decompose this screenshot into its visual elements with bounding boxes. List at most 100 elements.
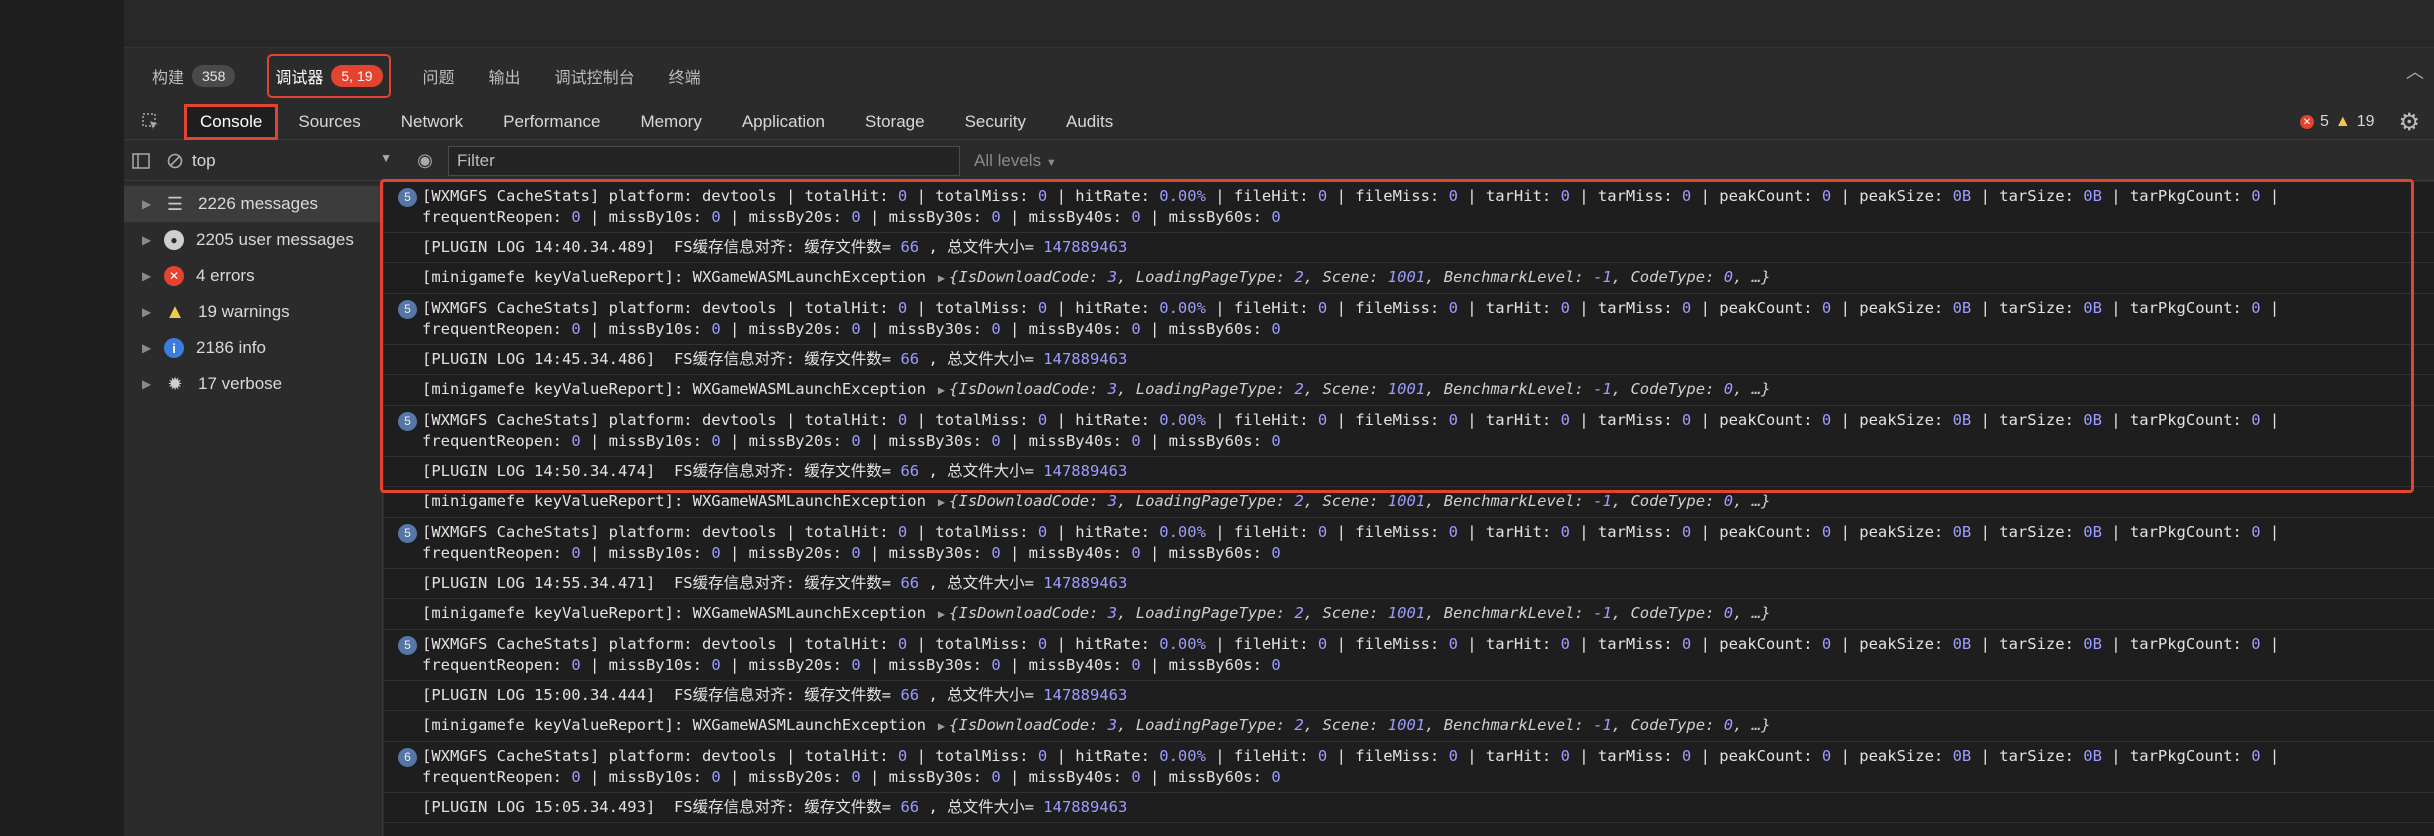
- message-text: [minigamefe keyValueReport]: WXGameWASML…: [422, 492, 926, 510]
- panel-tab[interactable]: 构建 358: [152, 56, 236, 96]
- console-message-plugin-log: [PLUGIN LOG 15:05.34.493] FS缓存信息对齐: 缓存文件…: [384, 793, 2434, 823]
- expand-object-icon[interactable]: ▶: [938, 495, 945, 509]
- expand-object-icon[interactable]: ▶: [938, 271, 945, 285]
- expand-object-icon[interactable]: ▶: [938, 383, 945, 397]
- object-preview[interactable]: {IsDownloadCode: 3, LoadingPageType: 2, …: [949, 604, 1770, 622]
- sidebar-item-label: 2186 info: [196, 338, 266, 357]
- panel-tab-badge: 5, 19: [331, 65, 383, 87]
- sidebar-item[interactable]: ▶ i 2186 info: [124, 330, 382, 366]
- sidebar-item[interactable]: ▶ ✹ 17 verbose: [124, 366, 382, 402]
- message-text: FS缓存信息对齐: 缓存文件数= 66 , 总文件大小= 147889463: [655, 686, 1128, 704]
- tab-console[interactable]: Console: [184, 103, 279, 140]
- context-value: top: [192, 150, 216, 170]
- object-preview[interactable]: {IsDownloadCode: 3, LoadingPageType: 2, …: [949, 268, 1770, 286]
- object-preview[interactable]: {IsDownloadCode: 3, LoadingPageType: 2, …: [949, 492, 1770, 510]
- console-sidebar: ▶ ☰ 2226 messages ▶ ● 2205 user messages ▶ ✕ 4 e…: [124, 182, 383, 836]
- message-text: frequentReopen: 0 | missBy10s: 0 | missB…: [422, 208, 1281, 226]
- eye-icon[interactable]: ◉: [402, 150, 448, 171]
- error-count: 5: [2319, 113, 2329, 130]
- panel-tab-label: 终端: [668, 70, 701, 87]
- panel-tab[interactable]: 输出: [489, 56, 521, 96]
- console-message-plugin-log: [PLUGIN LOG 14:55.34.471] FS缓存信息对齐: 缓存文件…: [384, 569, 2434, 599]
- expand-caret-icon[interactable]: ▶: [142, 197, 164, 211]
- console-message-plugin-log: [PLUGIN LOG 15:00.34.444] FS缓存信息对齐: 缓存文件…: [384, 681, 2434, 711]
- warning-count: 19: [2356, 113, 2375, 130]
- console-message-keyvalue-report: [minigamefe keyValueReport]: WXGameWASML…: [384, 375, 2434, 406]
- tab-sources[interactable]: Sources: [278, 104, 380, 140]
- warning-icon: ▲: [2334, 113, 2351, 130]
- sidebar-item[interactable]: ▶ ● 2205 user messages: [124, 222, 382, 258]
- expand-caret-icon[interactable]: ▶: [142, 233, 164, 247]
- sidebar-toggle-icon[interactable]: [124, 152, 158, 169]
- tab-application[interactable]: Application: [722, 104, 845, 140]
- inspect-element-icon[interactable]: [124, 104, 178, 140]
- panel-tab-label: 调试控制台: [554, 70, 635, 87]
- message-text: [minigamefe keyValueReport]: WXGameWASML…: [422, 380, 926, 398]
- log-timestamp: [PLUGIN LOG 14:50.34.474]: [422, 462, 656, 480]
- sidebar-item[interactable]: ▶ ☰ 2226 messages: [124, 186, 382, 222]
- bug-icon: ✹: [167, 373, 183, 394]
- issue-counter[interactable]: ✕ 5 ▲ 19 ⚙: [2299, 104, 2420, 140]
- panel-tab-label: 构建: [152, 70, 185, 87]
- expand-caret-icon[interactable]: ▶: [142, 269, 164, 283]
- sidebar-item-label: 4 errors: [196, 266, 255, 285]
- tab-storage[interactable]: Storage: [845, 104, 945, 140]
- warning-icon: ▲: [165, 300, 185, 323]
- sidebar-item-label: 17 verbose: [198, 374, 283, 393]
- message-text: frequentReopen: 0 | missBy10s: 0 | missB…: [422, 656, 1281, 674]
- panel-tab[interactable]: 终端: [669, 56, 701, 96]
- message-text: [WXMGFS CacheStats] platform: devtools |…: [422, 187, 2280, 205]
- message-text: frequentReopen: 0 | missBy10s: 0 | missB…: [422, 544, 1281, 562]
- sidebar-item[interactable]: ▶ ✕ 4 errors: [124, 258, 382, 294]
- console-message-keyvalue-report: [minigamefe keyValueReport]: WXGameWASML…: [384, 599, 2434, 630]
- panel-tab[interactable]: 调试控制台: [555, 56, 635, 96]
- log-timestamp: [PLUGIN LOG 14:40.34.489]: [422, 238, 656, 256]
- object-preview[interactable]: {IsDownloadCode: 3, LoadingPageType: 2, …: [949, 716, 1770, 734]
- clear-console-icon[interactable]: [158, 153, 192, 169]
- message-text: [minigamefe keyValueReport]: WXGameWASML…: [422, 604, 926, 622]
- panel-tab-bar: 构建 358 调试器 5, 19 问题 输出 调试控制台 终端: [124, 48, 2434, 104]
- message-text: FS缓存信息对齐: 缓存文件数= 66 , 总文件大小= 147889463: [655, 798, 1128, 816]
- console-message-plugin-log: [PLUGIN LOG 14:40.34.489] FS缓存信息对齐: 缓存文件…: [384, 233, 2434, 263]
- message-text: [WXMGFS CacheStats] platform: devtools |…: [422, 299, 2280, 317]
- panel-tab-badge: 358: [192, 65, 236, 87]
- gear-icon[interactable]: ⚙: [2398, 108, 2420, 137]
- console-message-keyvalue-report: [minigamefe keyValueReport]: WXGameWASML…: [384, 711, 2434, 742]
- message-text: [minigamefe keyValueReport]: WXGameWASML…: [422, 268, 926, 286]
- filter-input[interactable]: Filter: [448, 145, 960, 176]
- object-preview[interactable]: {IsDownloadCode: 3, LoadingPageType: 2, …: [949, 380, 1770, 398]
- tab-security[interactable]: Security: [945, 104, 1046, 140]
- message-text: FS缓存信息对齐: 缓存文件数= 66 , 总文件大小= 147889463: [655, 462, 1128, 480]
- editor-area: [124, 0, 2434, 48]
- panel-tab-label: 问题: [422, 70, 455, 87]
- context-selector[interactable]: top ▼: [192, 151, 402, 171]
- sidebar-item-label: 2226 messages: [198, 194, 319, 213]
- expand-object-icon[interactable]: ▶: [938, 607, 945, 621]
- console-message-cachestats: 5 [WXMGFS CacheStats] platform: devtools …: [384, 406, 2434, 457]
- chevron-down-icon: ▼: [380, 150, 392, 165]
- log-timestamp: [PLUGIN LOG 15:05.34.493]: [422, 798, 656, 816]
- expand-caret-icon[interactable]: ▶: [142, 377, 164, 391]
- log-timestamp: [PLUGIN LOG 14:45.34.486]: [422, 350, 656, 368]
- repeat-count-badge: 5: [398, 524, 417, 543]
- message-text: [WXMGFS CacheStats] platform: devtools |…: [422, 523, 2280, 541]
- tab-network[interactable]: Network: [381, 104, 483, 140]
- collapse-panel-icon[interactable]: ︿: [2406, 58, 2424, 84]
- console-toolbar: top ▼ ◉ Filter All levels ▼: [124, 141, 2434, 181]
- log-levels-dropdown[interactable]: All levels ▼: [974, 151, 1057, 171]
- sidebar-item[interactable]: ▶ ▲ 19 warnings: [124, 294, 382, 330]
- expand-caret-icon[interactable]: ▶: [142, 341, 164, 355]
- console-message-cachestats: 5 [WXMGFS CacheStats] platform: devtools …: [384, 630, 2434, 681]
- console-message-cachestats: 6 [WXMGFS CacheStats] platform: devtools …: [384, 742, 2434, 793]
- tab-performance[interactable]: Performance: [483, 104, 620, 140]
- tab-memory[interactable]: Memory: [620, 104, 721, 140]
- repeat-count-badge: 5: [398, 300, 417, 319]
- panel-tab[interactable]: 调试器 5, 19: [267, 54, 391, 98]
- panel-tab[interactable]: 问题: [423, 56, 455, 96]
- tab-audits[interactable]: Audits: [1046, 104, 1133, 140]
- console-message-cachestats: 5 [WXMGFS CacheStats] platform: devtools …: [384, 294, 2434, 345]
- expand-caret-icon[interactable]: ▶: [142, 305, 164, 319]
- expand-object-icon[interactable]: ▶: [938, 719, 945, 733]
- message-text: [WXMGFS CacheStats] platform: devtools |…: [422, 635, 2280, 653]
- message-text: [WXMGFS CacheStats] platform: devtools |…: [422, 747, 2280, 765]
